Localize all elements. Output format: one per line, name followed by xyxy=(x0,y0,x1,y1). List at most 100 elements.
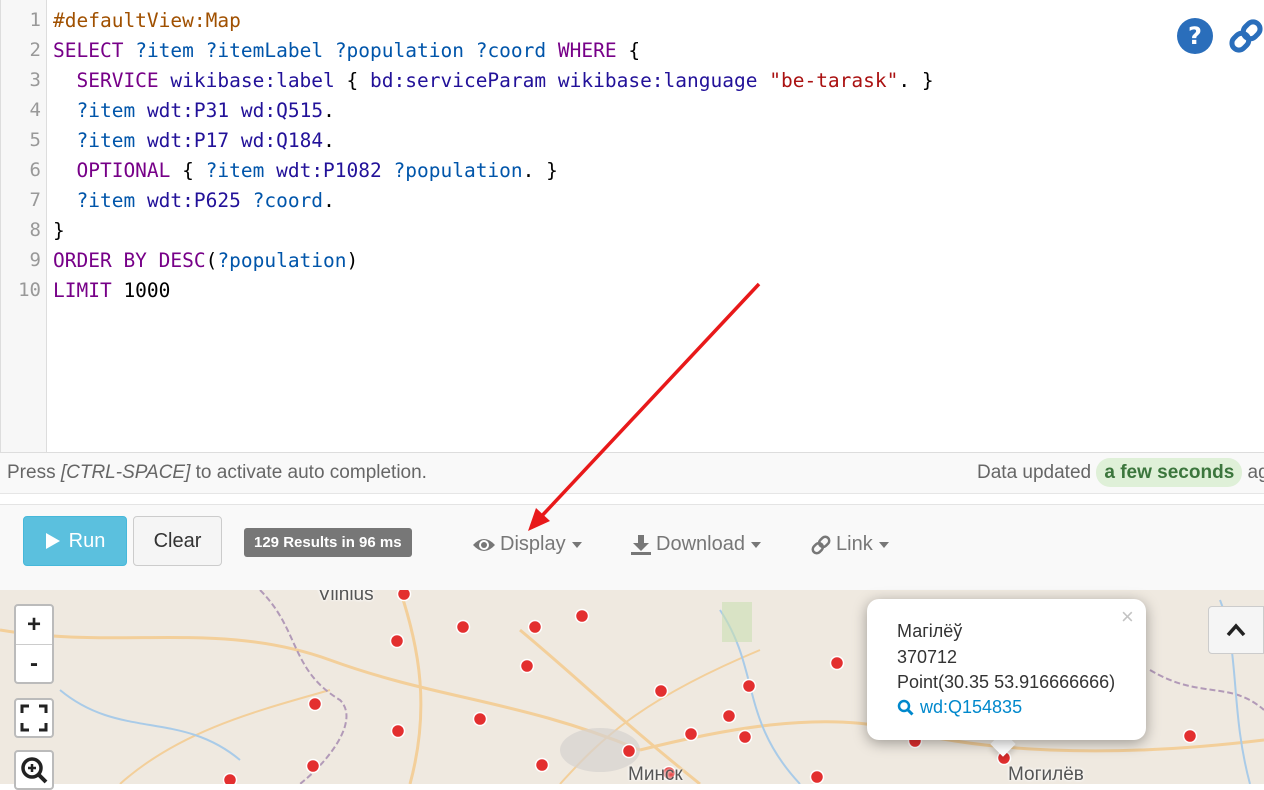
code-token: . xyxy=(323,129,335,152)
code-line[interactable]: ORDER BY DESC(?population) xyxy=(53,246,358,276)
eye-icon xyxy=(473,538,495,551)
link-icon xyxy=(811,535,831,554)
data-updated-info: Data updated a few seconds ag xyxy=(977,458,1264,487)
zoom-control: + - xyxy=(14,604,54,684)
code-token: ?population xyxy=(393,159,523,182)
code-line[interactable]: ?item wdt:P31 wd:Q515. xyxy=(53,96,334,126)
popup-link-text: wd:Q154835 xyxy=(920,697,1023,717)
search-icon xyxy=(897,699,914,716)
code-token: ( xyxy=(205,249,218,272)
code-line[interactable]: SERVICE wikibase:label { bd:serviceParam… xyxy=(53,66,934,96)
caret-down-icon xyxy=(878,541,889,548)
code-token: wd:Q515 xyxy=(240,99,324,122)
code-token: ?item xyxy=(135,39,194,62)
line-number-gutter: 1 2 3 4 5 6 7 8 9 10 xyxy=(1,0,47,452)
city-marker xyxy=(307,696,323,712)
display-dropdown[interactable]: Display xyxy=(472,533,582,556)
code-token: ?population xyxy=(217,249,347,272)
code-token: . } xyxy=(898,69,934,92)
line-number: 3 xyxy=(29,69,41,91)
code-token: ?item xyxy=(76,129,136,152)
code-line[interactable]: OPTIONAL { ?item wdt:P1082 ?population. … xyxy=(53,156,557,186)
popup-entity-link[interactable]: wd:Q154835 xyxy=(897,697,1022,718)
code-token: "be-tarask" xyxy=(769,69,899,92)
result-toolbar: Run Clear 129 Results in 96 ms Display D… xyxy=(0,504,1264,590)
line-number: 1 xyxy=(29,9,41,31)
zoom-out-button[interactable]: - xyxy=(16,645,52,683)
scroll-up-button[interactable] xyxy=(1208,606,1264,654)
fullscreen-button[interactable] xyxy=(14,698,54,738)
zoom-in-button[interactable]: + xyxy=(16,606,52,645)
city-marker xyxy=(737,729,753,745)
code-line[interactable]: ?item wdt:P17 wd:Q184. xyxy=(53,126,335,156)
clear-button[interactable]: Clear xyxy=(133,516,222,566)
city-marker xyxy=(653,683,669,699)
city-marker xyxy=(389,633,405,649)
code-line[interactable]: } xyxy=(53,216,65,246)
download-label: Download xyxy=(656,533,745,555)
fullscreen-icon xyxy=(20,704,48,732)
code-token: { xyxy=(616,39,641,62)
code-token: wdt:P1082 xyxy=(276,159,382,182)
code-token: WHERE xyxy=(557,39,617,62)
caret-down-icon xyxy=(750,541,761,548)
code-line[interactable]: #defaultView:Map xyxy=(53,6,241,36)
link-dropdown[interactable]: Link xyxy=(810,533,889,556)
city-marker xyxy=(809,769,825,784)
code-token: 1000 xyxy=(111,279,171,302)
help-icon[interactable]: ? xyxy=(1175,16,1215,56)
run-button[interactable]: Run xyxy=(23,516,127,566)
popup-close-button[interactable]: × xyxy=(1121,604,1134,630)
query-editor[interactable]: 1 2 3 4 5 6 7 8 9 10 #defaultView:Map SEL… xyxy=(0,0,1264,452)
popup-coordinates: Point(30.35 53.916666666) xyxy=(897,672,1116,692)
download-icon xyxy=(631,534,651,555)
code-token: wikibase:label xyxy=(170,69,335,92)
city-marker xyxy=(527,619,543,635)
svg-text:?: ? xyxy=(1188,22,1202,50)
clear-label: Clear xyxy=(153,529,202,552)
download-dropdown[interactable]: Download xyxy=(630,533,761,556)
code-token: ?itemLabel xyxy=(205,39,324,62)
data-freshness-badge: a few seconds xyxy=(1096,458,1243,487)
link-chain-icon[interactable] xyxy=(1226,16,1264,56)
code-line[interactable]: SELECT ?item ?itemLabel ?population ?coo… xyxy=(53,36,640,66)
city-marker xyxy=(721,708,737,724)
chevron-up-icon xyxy=(1226,623,1246,637)
city-marker xyxy=(222,772,238,784)
code-token: wdt:P17 xyxy=(146,129,230,152)
code-line[interactable]: LIMIT 1000 xyxy=(53,276,170,306)
code-token: #defaultView:Map xyxy=(53,9,241,32)
editor-status-bar: Press [CTRL-SPACE] to activate auto comp… xyxy=(0,452,1264,494)
code-token: wdt:P31 xyxy=(146,99,230,122)
line-number: 4 xyxy=(29,99,41,121)
magnifier-icon xyxy=(21,757,48,784)
code-token: ?item xyxy=(76,189,136,212)
city-marker xyxy=(390,723,406,739)
line-number: 9 xyxy=(29,249,41,271)
zoom-search-button[interactable] xyxy=(14,750,54,790)
code-token: ?population xyxy=(334,39,464,62)
city-marker xyxy=(741,678,757,694)
popup-population: 370712 xyxy=(897,647,958,667)
play-icon xyxy=(45,533,60,549)
city-marker xyxy=(829,655,845,671)
code-token: { xyxy=(170,159,206,182)
code-token: } xyxy=(53,219,65,242)
code-token: . xyxy=(323,189,335,212)
code-token: LIMIT xyxy=(53,279,112,302)
code-line[interactable]: ?item wdt:P625 ?coord. xyxy=(53,186,335,216)
